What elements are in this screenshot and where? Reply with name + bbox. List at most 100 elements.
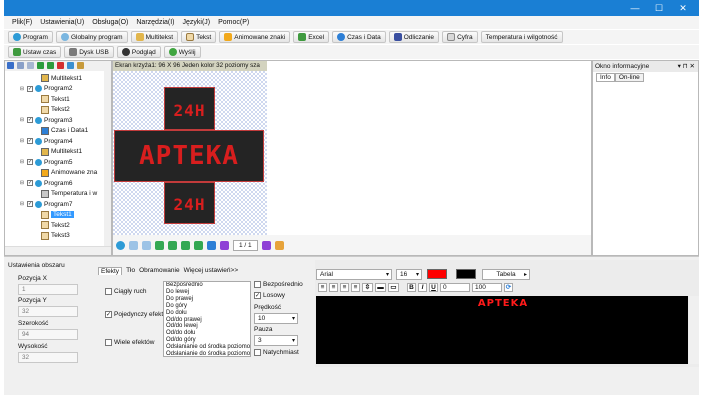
tree-item-node[interactable]: Tekst3 (41, 231, 70, 241)
multi-effect-checkbox[interactable]: Wiele efektów (105, 339, 154, 346)
effect-list-item[interactable]: Od/do dołu (164, 330, 250, 337)
tree-program-node[interactable]: ⊟ ✓ Program7 (19, 199, 73, 209)
menu-settings[interactable]: Ustawienia(U) (40, 19, 84, 26)
preview-scrollbar[interactable] (689, 296, 699, 364)
tab-border[interactable]: Obramowanie (139, 267, 179, 275)
tree-item-node[interactable]: Multitekst1 (41, 73, 82, 83)
align-center-icon[interactable]: ≡ (329, 283, 338, 292)
tree-vertical-scrollbar[interactable] (104, 71, 111, 247)
menu-help[interactable]: Pomoc(P) (218, 19, 249, 26)
line-spacing-icon[interactable]: ⇳ (362, 283, 373, 292)
tree-item-node[interactable]: Czas i Data1 (41, 126, 88, 136)
menu-tools[interactable]: Narzędzia(I) (136, 19, 174, 26)
immediate-checkbox[interactable]: Natychmiast (254, 349, 299, 356)
next-page-icon[interactable] (261, 240, 271, 250)
led-canvas[interactable]: 24H APTEKA 24H (113, 71, 267, 235)
bold-icon[interactable]: B (407, 283, 416, 292)
align-right-icon[interactable]: ≡ (340, 283, 349, 292)
tree-program-node[interactable]: ⊟ ✓ Program5 (19, 157, 73, 167)
width-field[interactable]: 94 (18, 329, 78, 340)
collapse-icon[interactable]: ⊟ (19, 180, 25, 186)
align-left-icon[interactable]: ≡ (318, 283, 327, 292)
move-down-icon[interactable] (47, 62, 54, 69)
arrow-down-icon[interactable] (194, 240, 203, 250)
previous-page-icon[interactable] (220, 240, 229, 250)
text-preview[interactable]: APTEKA (316, 296, 688, 364)
program-checkbox[interactable]: ✓ (27, 159, 33, 165)
spacing-stepper[interactable]: 0 (440, 283, 470, 292)
save-icon[interactable] (7, 62, 14, 69)
effect-list-item[interactable]: Bezpośrednio (164, 282, 250, 289)
countdown-button[interactable]: Odliczanie (388, 31, 440, 43)
effect-list-item[interactable]: Odsłanianie do środka poziomo (164, 351, 250, 356)
excel-button[interactable]: Excel (293, 31, 330, 43)
effect-list-item[interactable]: Do dołu (164, 310, 250, 317)
tree-program-node[interactable]: ⊟ ✓ Program6 (19, 178, 73, 188)
random-checkbox[interactable]: ✓ Losowy (254, 292, 285, 299)
pos-x-field[interactable]: 1 (18, 284, 78, 295)
collapse-icon[interactable]: ⊟ (19, 138, 25, 144)
tree-program-node[interactable]: ⊟ ✓ Program2 (19, 84, 73, 94)
minimize-button[interactable]: — (623, 0, 647, 16)
text-color-swatch[interactable] (427, 269, 447, 279)
background-color-swatch[interactable] (456, 269, 476, 279)
italic-icon[interactable]: I (418, 283, 427, 292)
effect-list-item[interactable]: Do lewej (164, 289, 250, 296)
refresh-icon[interactable]: ⟳ (504, 283, 513, 292)
effect-list-item[interactable]: Do prawej (164, 296, 250, 303)
pause-select[interactable]: 3 ▾ (254, 335, 298, 346)
zoom-out-icon[interactable] (142, 240, 151, 250)
tab-info[interactable]: Info (596, 73, 615, 82)
multitext-button[interactable]: Multitekst (130, 31, 179, 43)
direct-checkbox[interactable]: Bezpośrednio (254, 281, 303, 288)
font-select[interactable]: Arial ▾ (316, 269, 392, 280)
collapse-icon[interactable]: ⊟ (19, 159, 25, 165)
align-justify-icon[interactable]: ≡ (351, 283, 360, 292)
temperature-button[interactable]: Temperatura i wilgotność (480, 31, 563, 43)
program-checkbox[interactable]: ✓ (27, 85, 33, 92)
check-icon[interactable] (67, 62, 74, 69)
tab-online[interactable]: On-line (614, 73, 644, 82)
center-icon[interactable] (207, 240, 216, 250)
font-size-select[interactable]: 16 ▾ (396, 269, 422, 280)
scale-stepper[interactable]: 100 (472, 283, 502, 292)
close-button[interactable]: ✕ (671, 0, 695, 16)
led-area-bottom[interactable]: 24H (164, 182, 215, 224)
tree-item-node[interactable]: Tekst1 (41, 94, 70, 104)
program-checkbox[interactable]: ✓ (27, 180, 33, 186)
arrow-left-icon[interactable] (155, 240, 164, 250)
animated-chars-button[interactable]: Animowane znaki (219, 31, 291, 43)
menu-service[interactable]: Obsługa(O) (92, 19, 128, 26)
fit-icon[interactable] (274, 240, 284, 250)
tree-horizontal-scrollbar[interactable] (5, 246, 111, 255)
copy-icon[interactable] (17, 62, 24, 69)
program-checkbox[interactable]: ✓ (27, 201, 33, 207)
effect-list-item[interactable]: Odsłanianie od środka poziomo (164, 344, 250, 351)
move-up-icon[interactable] (37, 62, 44, 69)
speed-select[interactable]: 10 ▾ (254, 313, 298, 324)
clock-button[interactable]: Czas i Data (332, 31, 386, 43)
tree-item-node[interactable]: Temperatura i w (41, 189, 97, 199)
tab-effects[interactable]: Efekty (98, 267, 123, 275)
effect-list-item[interactable]: Do góry (164, 303, 250, 310)
usb-button[interactable]: Dysk USB (64, 46, 114, 58)
table-button[interactable]: Tabela ▸ (482, 269, 530, 280)
text-button[interactable]: Tekst (181, 31, 217, 43)
collapse-icon[interactable]: ⊟ (19, 117, 25, 123)
program-checkbox[interactable]: ✓ (27, 138, 33, 144)
tab-more-settings[interactable]: Więcej ustawień>> (184, 267, 239, 275)
tree-program-node[interactable]: ⊟ ✓ Program4 (19, 136, 73, 146)
effect-list-item[interactable]: Od/do góry (164, 337, 250, 344)
panel-controls-icon[interactable]: ▾ ⊓ ✕ (678, 61, 695, 72)
height-field[interactable]: 32 (18, 352, 78, 363)
digit-button[interactable]: Cyfra (442, 31, 478, 43)
program-checkbox[interactable]: ✓ (27, 117, 33, 123)
continuous-checkbox[interactable]: Ciągły ruch (105, 288, 147, 295)
send-button[interactable]: Wyślij (163, 46, 201, 58)
effect-list-item[interactable]: Od/do prawej (164, 317, 250, 324)
led-area-middle[interactable]: APTEKA (114, 130, 264, 182)
set-time-button[interactable]: Ustaw czas (8, 46, 62, 58)
tree-item-node[interactable]: Animowane zna (41, 168, 97, 178)
effect-list[interactable]: Bezpośrednio Do lewej Do prawej Do góry Do d… (163, 281, 251, 357)
shadow-icon[interactable]: ▭ (388, 283, 399, 292)
